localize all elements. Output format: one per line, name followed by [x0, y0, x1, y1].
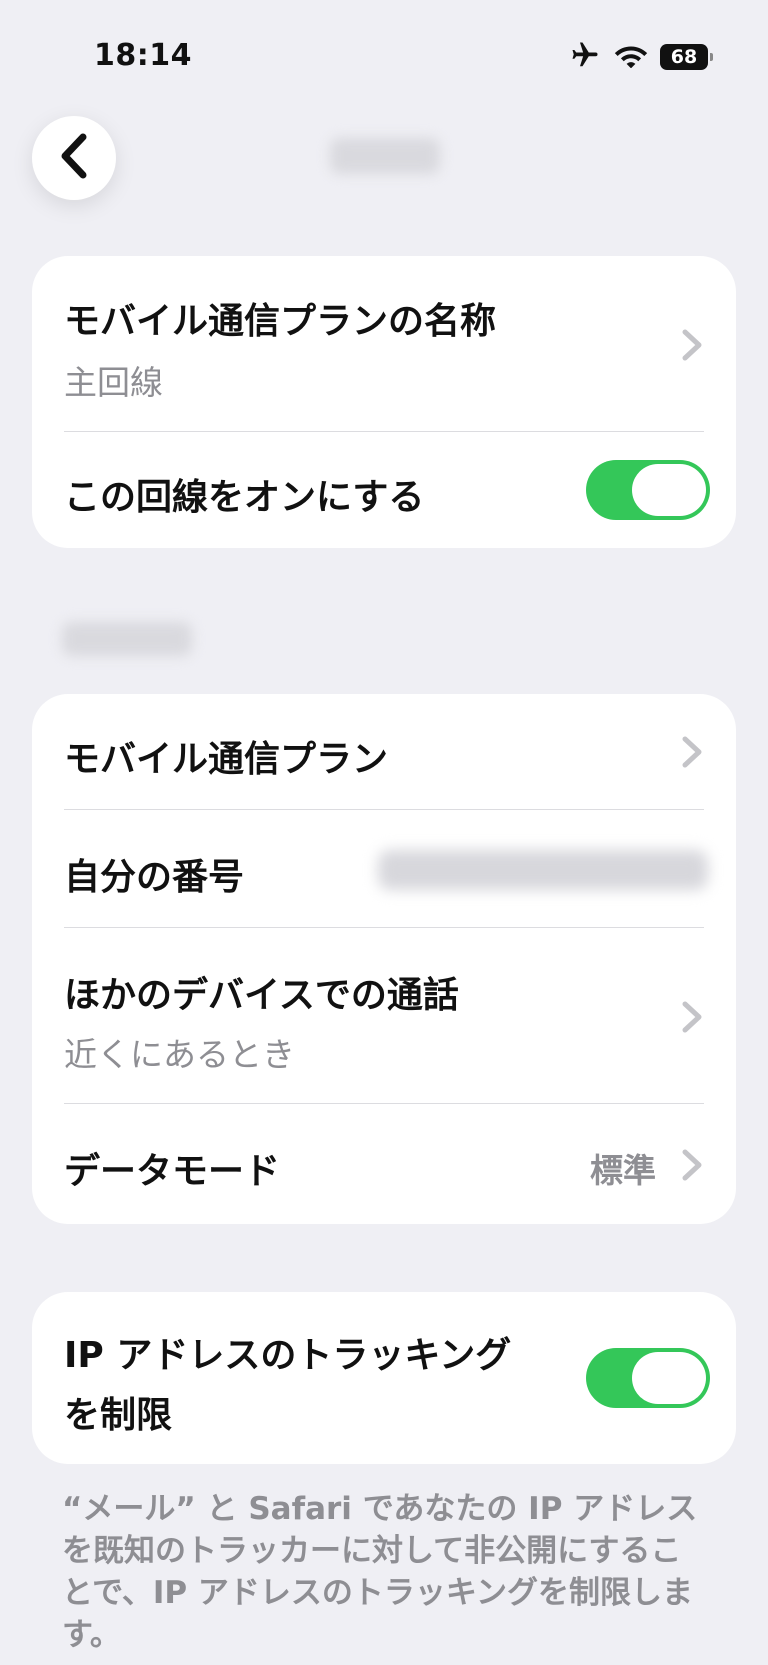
status-icons: 68 — [568, 40, 713, 74]
status-bar: 18:14 68 — [0, 0, 768, 110]
plan-settings-group: モバイル通信プランの名称 主回線 この回線をオンにする — [32, 256, 736, 548]
ip-tracking-label-line2: を制限 — [64, 1395, 173, 1436]
other-devices-row[interactable]: ほかのデバイスでの通話 近くにあるとき — [32, 928, 736, 1104]
mobile-plan-label: モバイル通信プラン — [64, 739, 389, 780]
toggle-knob — [632, 464, 706, 516]
data-mode-row[interactable]: データモード 標準 — [32, 1104, 736, 1224]
status-time: 18:14 — [94, 38, 192, 73]
chevron-right-icon — [682, 1149, 702, 1181]
plan-name-row[interactable]: モバイル通信プランの名称 主回線 — [32, 256, 736, 432]
plan-name-value: 主回線 — [64, 363, 163, 402]
my-number-redacted — [378, 850, 708, 890]
ip-tracking-toggle[interactable] — [586, 1348, 710, 1408]
mobile-plan-row[interactable]: モバイル通信プラン — [32, 694, 736, 810]
mobile-plan-group: モバイル通信プラン 自分の番号 ほかのデバイスでの通話 近くにあるとき データモ… — [32, 694, 736, 1224]
toggle-knob — [632, 1352, 706, 1404]
plan-name-label: モバイル通信プランの名称 — [64, 301, 497, 342]
ip-tracking-footer-note: “メール” と Safari であなたの IP アドレスを既知のトラッカーに対し… — [62, 1491, 698, 1653]
airplane-icon — [568, 40, 602, 74]
line-on-toggle[interactable] — [586, 460, 710, 520]
chevron-right-icon — [682, 1001, 702, 1033]
chevron-right-icon — [682, 329, 702, 361]
line-on-row: この回線をオンにする — [32, 432, 736, 548]
chevron-right-icon — [682, 736, 702, 768]
my-number-row: 自分の番号 — [32, 810, 736, 928]
ip-tracking-label-line1: IP アドレスのトラッキング — [64, 1335, 512, 1376]
battery-icon: 68 — [660, 44, 713, 70]
wifi-icon — [614, 42, 648, 72]
ip-tracking-group: IP アドレスのトラッキング を制限 — [32, 1292, 736, 1464]
my-number-label: 自分の番号 — [64, 857, 245, 898]
section-header-redacted — [62, 622, 192, 656]
nav-title-redacted — [330, 138, 440, 174]
data-mode-label: データモード — [64, 1151, 281, 1192]
data-mode-value: 標準 — [590, 1151, 656, 1190]
other-devices-label: ほかのデバイスでの通話 — [64, 975, 459, 1016]
chevron-left-icon — [59, 133, 89, 183]
ip-tracking-row: IP アドレスのトラッキング を制限 — [32, 1292, 736, 1464]
other-devices-value: 近くにあるとき — [64, 1035, 295, 1074]
back-button[interactable] — [32, 116, 116, 200]
line-on-label: この回線をオンにする — [64, 477, 425, 518]
